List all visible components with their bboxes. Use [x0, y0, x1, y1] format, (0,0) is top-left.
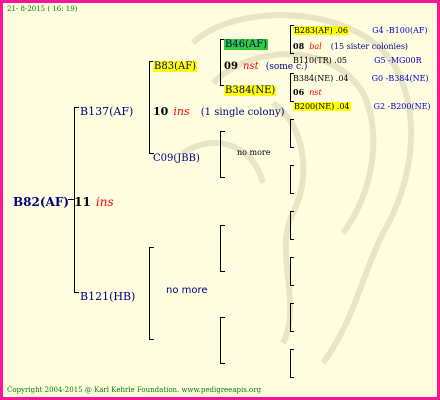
sire-node[interactable]: B137(AF) — [80, 100, 133, 119]
root-number: 11 — [74, 195, 91, 209]
connector — [290, 239, 294, 240]
g4-code-5: G2 -B200(NE) — [373, 102, 431, 111]
connector — [220, 131, 225, 132]
pedigree-frame: 21- 8-2015 ( 16: 19) Copyright 2004-2015… — [0, 0, 440, 400]
connector — [290, 119, 291, 147]
copyright-footer: Copyright 2004-2015 @ Karl Kehrle Founda… — [7, 386, 262, 394]
ssss-mark: nst — [243, 61, 259, 72]
connector — [290, 211, 294, 212]
connector — [220, 131, 221, 177]
g4-row-5[interactable]: B200(NE) .04 G2 -B200(NE) — [293, 94, 431, 113]
connector — [74, 107, 79, 108]
root-node[interactable]: B82(AF) 11 ins — [13, 191, 114, 210]
connector — [220, 363, 225, 364]
ssss-node[interactable]: B46(AF) — [224, 32, 269, 51]
dam-name: B121(HB) — [80, 290, 136, 303]
connector — [290, 147, 294, 148]
connector — [290, 349, 294, 350]
connector — [149, 61, 150, 153]
sire-note: (1 single colony) — [200, 107, 285, 118]
connector — [290, 25, 291, 53]
connector — [290, 257, 294, 258]
connector — [290, 349, 291, 377]
connector — [220, 225, 221, 271]
connector — [290, 193, 294, 194]
connector — [149, 339, 154, 340]
connector — [290, 73, 291, 101]
sire-dam-node[interactable]: C09(JBB) — [153, 146, 200, 165]
connector — [290, 211, 291, 239]
sire-sire-node[interactable]: B83(AF) — [153, 54, 198, 73]
g4-name-5: B200(NE) .04 — [293, 102, 351, 111]
sssd-name: B384(NE) — [224, 85, 277, 96]
connector — [290, 119, 294, 120]
connector — [74, 292, 79, 293]
sire-dam-note: no more — [237, 148, 271, 157]
g4-name-3: B110(TR) .05 — [293, 56, 348, 65]
connector — [290, 331, 294, 332]
connector — [220, 225, 225, 226]
connector — [290, 303, 291, 331]
sire-info: 10 ins (1 single colony) — [153, 100, 285, 119]
g4-code-4: G0 -B384(NE) — [371, 74, 429, 83]
ssss-name: B46(AF) — [224, 39, 269, 50]
connector — [149, 247, 150, 339]
dam-note: no more — [166, 285, 208, 296]
sire-number: 10 — [153, 105, 169, 118]
sire-sire-name: B83(AF) — [153, 61, 198, 72]
sire-dam-name: C09(JBB) — [153, 153, 200, 164]
connector — [220, 271, 225, 272]
connector — [290, 285, 294, 286]
root-mark: ins — [95, 195, 114, 209]
date-header: 21- 8-2015 ( 16: 19) — [7, 5, 78, 13]
dam-node[interactable]: B121(HB) — [80, 285, 135, 304]
sire-mark: ins — [173, 105, 190, 118]
connector — [220, 317, 221, 363]
connector — [220, 39, 221, 85]
sire-name: B137(AF) — [80, 105, 134, 118]
g4-code-3: G5 -MG00R — [374, 56, 422, 65]
connector — [290, 303, 294, 304]
connector — [290, 165, 294, 166]
connector — [290, 165, 291, 193]
ssss-number: 09 — [224, 61, 238, 72]
sssd-node[interactable]: B384(NE) — [224, 78, 277, 97]
g4-row-3[interactable]: B110(TR) .05 G5 -MG00R — [293, 48, 422, 67]
connector — [149, 247, 154, 248]
connector — [290, 257, 291, 285]
connector — [220, 317, 225, 318]
connector — [220, 177, 225, 178]
connector — [290, 377, 294, 378]
root-name: B82(AF) — [13, 195, 70, 209]
